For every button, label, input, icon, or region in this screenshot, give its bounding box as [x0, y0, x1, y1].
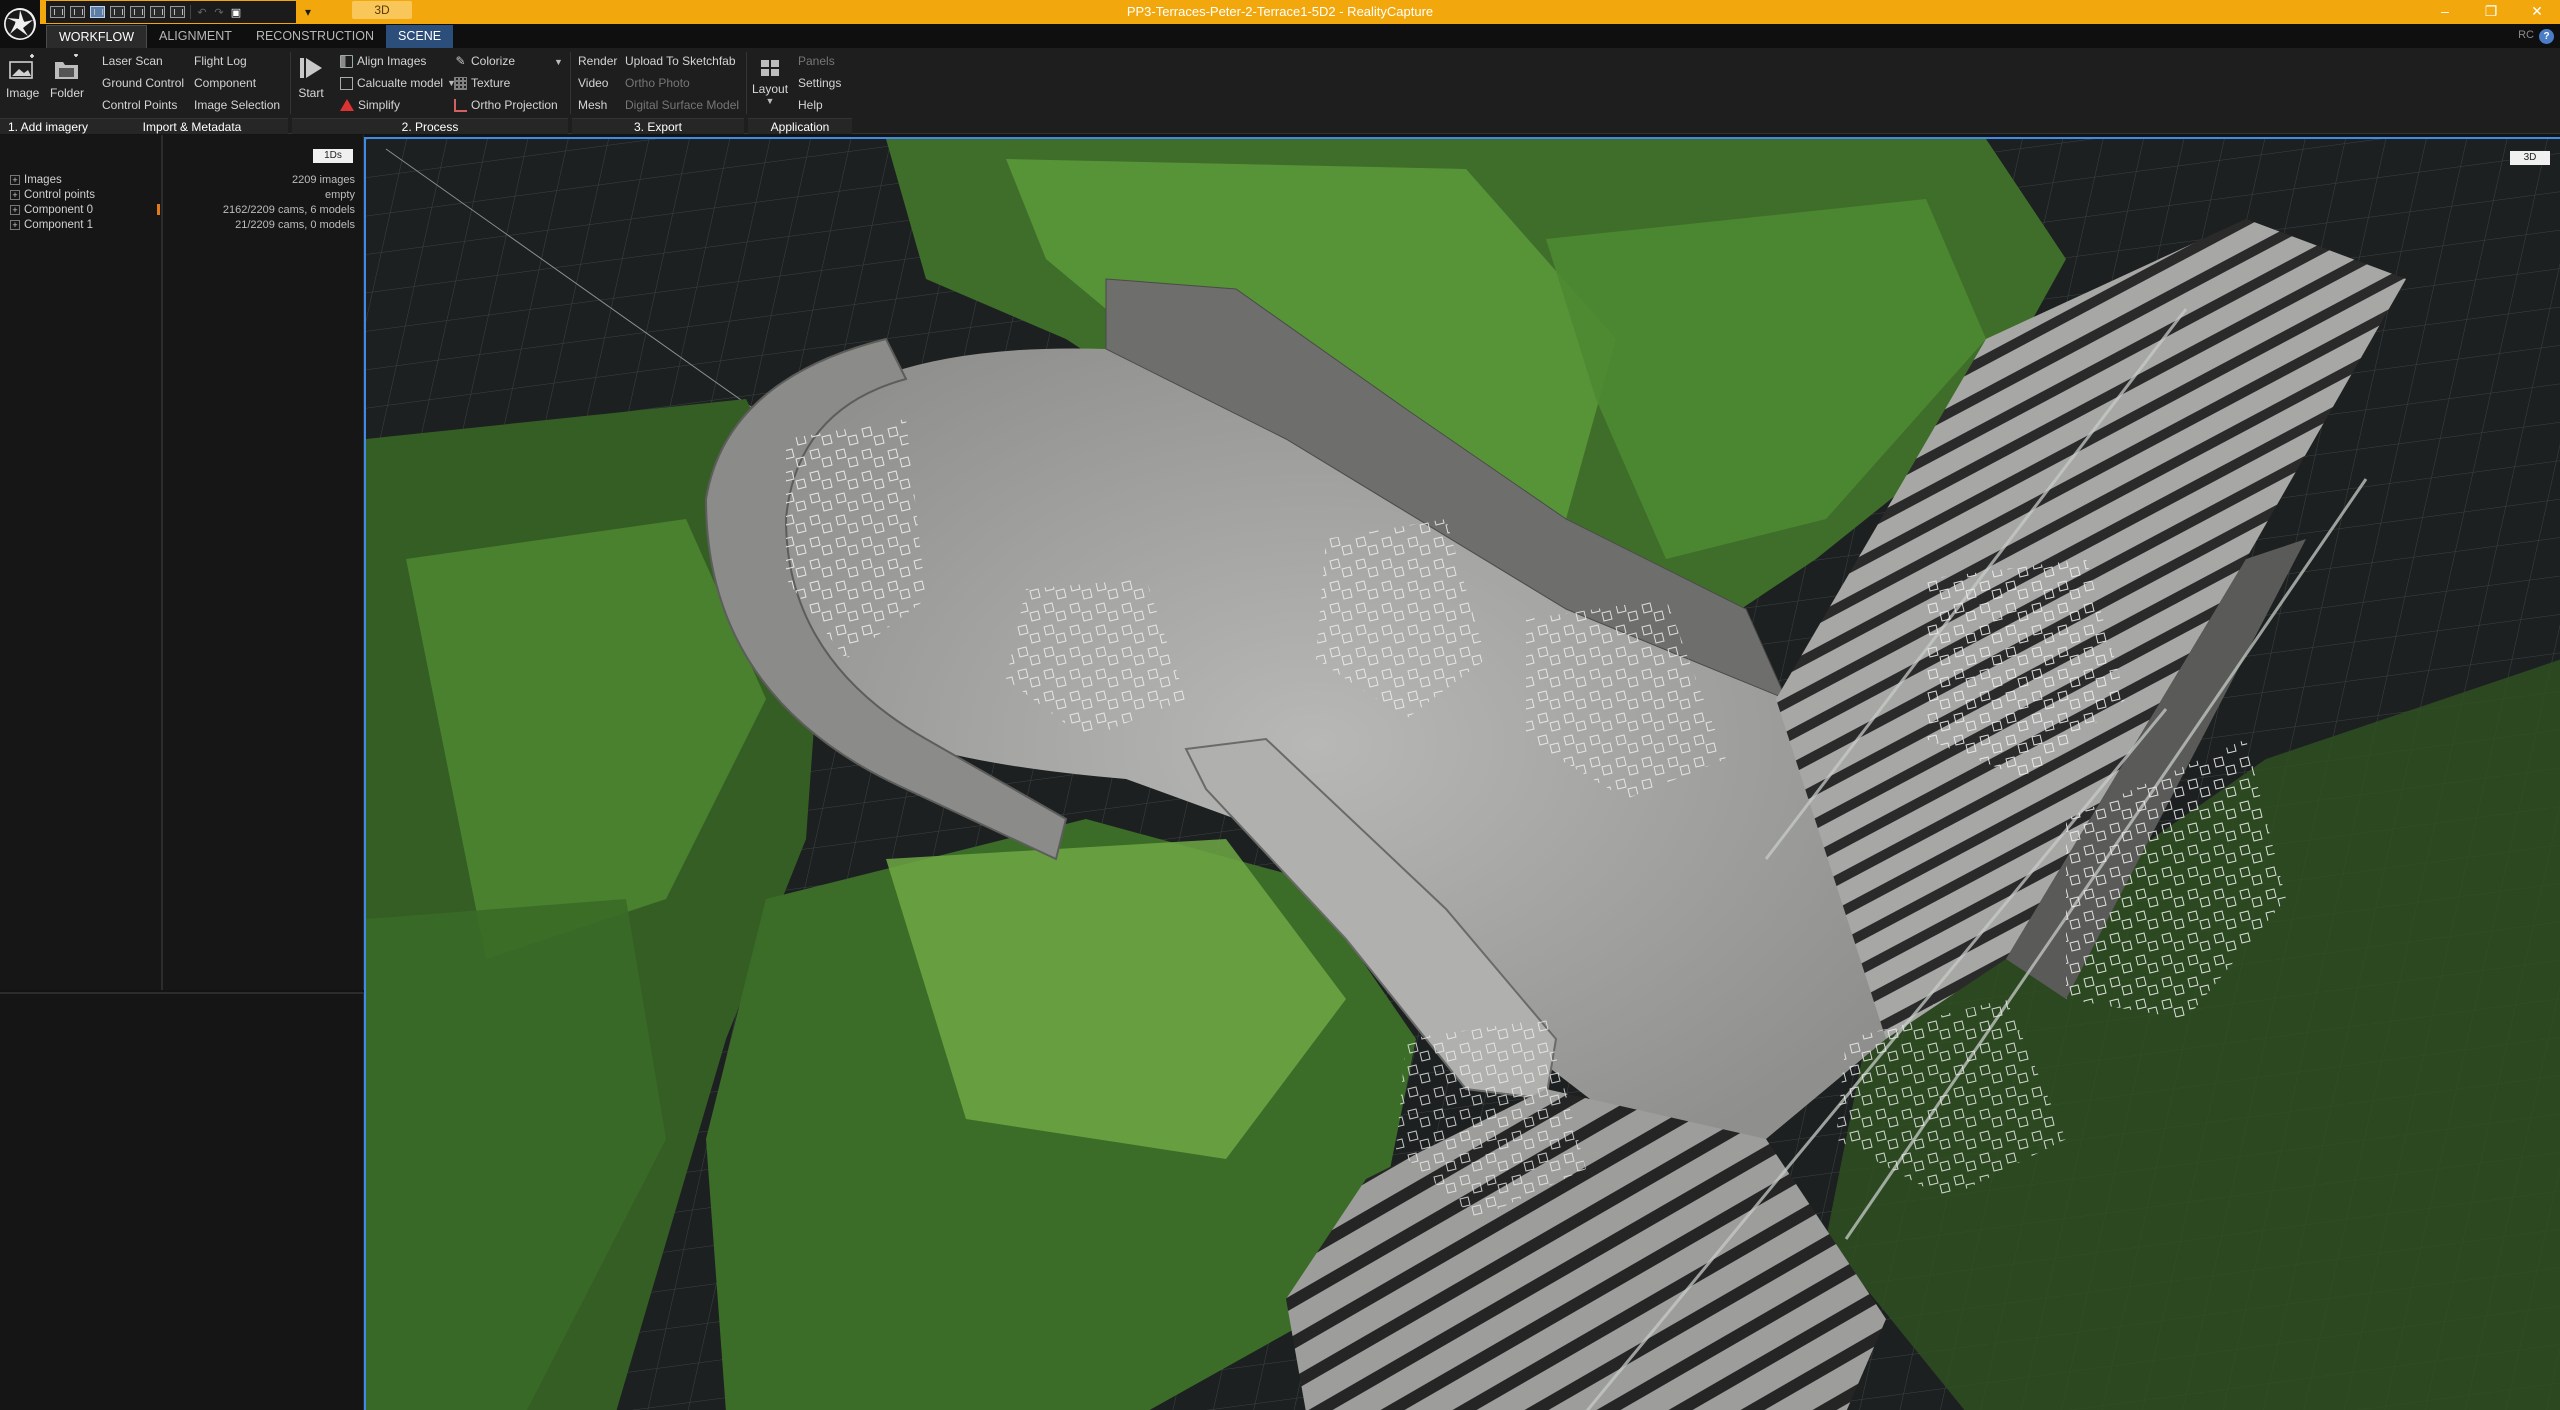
image-button[interactable]: Image — [6, 54, 39, 100]
left-panels: 1Ds + Images 2209 images + Control point… — [0, 135, 364, 1410]
component-button[interactable]: Component — [194, 76, 256, 90]
video-button[interactable]: Video — [578, 76, 608, 90]
panel-1ds: 1Ds + Images 2209 images + Control point… — [0, 135, 364, 990]
colorize-button[interactable]: ✎ Colorize — [454, 54, 515, 68]
image-selection-button[interactable]: Image Selection — [194, 98, 280, 112]
close-button[interactable]: ✕ — [2514, 0, 2560, 24]
upload-sketchfab-button[interactable]: Upload To Sketchfab — [625, 54, 736, 68]
start-button[interactable]: Start — [296, 54, 326, 100]
selected-component-marker — [157, 204, 160, 215]
group-label-export: 3. Export — [572, 118, 744, 134]
panel-empty-bottom — [0, 992, 364, 1410]
minimize-button[interactable]: – — [2422, 0, 2468, 24]
texture-button[interactable]: Texture — [454, 76, 510, 90]
control-points-button[interactable]: Control Points — [102, 98, 177, 112]
process-more-chevron-icon[interactable]: ▼ — [554, 57, 563, 67]
group-export: Render Video Mesh Upload To Sketchfab Or… — [572, 48, 744, 134]
title-bar: ↶ ↷ ▣ ▾ 3D PP3-Terraces-Peter-2-Terrace1… — [0, 0, 2560, 24]
group-label-import-metadata: Import & Metadata — [96, 118, 288, 134]
window-title: PP3-Terraces-Peter-2-Terrace1-5D2 - Real… — [1126, 4, 1434, 19]
start-play-icon — [296, 54, 326, 82]
layout-grid-icon — [758, 58, 782, 78]
colorize-brush-icon: ✎ — [455, 54, 466, 68]
scene-render[interactable] — [366, 139, 2560, 1410]
expand-icon[interactable]: + — [10, 189, 20, 200]
layout-button[interactable]: Layout ▼ — [752, 58, 788, 106]
project-tree: + Images 2209 images + Control points em… — [10, 172, 355, 232]
realitycapture-logo-icon[interactable] — [0, 0, 40, 48]
align-images-icon — [340, 54, 353, 68]
tree-row-control-points[interactable]: + Control points empty — [10, 187, 355, 202]
tab-reconstruction[interactable]: RECONSTRUCTION — [244, 25, 386, 48]
laser-scan-button[interactable]: Laser Scan — [102, 54, 163, 68]
image-add-icon — [8, 54, 38, 82]
expand-icon[interactable]: + — [10, 219, 20, 230]
layout-chevron-down-icon[interactable]: ▼ — [766, 96, 775, 106]
tree-row-component-0[interactable]: + Component 0 2162/2209 cams, 6 models — [10, 202, 355, 217]
ortho-projection-icon — [454, 98, 467, 112]
ortho-projection-button[interactable]: Ortho Projection — [454, 98, 558, 112]
group-import-metadata: Laser Scan Ground Control Control Points… — [96, 48, 288, 134]
viewport-3d-tag[interactable]: 3D — [2510, 151, 2550, 165]
panels-button[interactable]: Panels — [798, 54, 835, 68]
group-process: Start Align Images Calcualte model ▼ Sim… — [292, 48, 568, 134]
tree-row-images[interactable]: + Images 2209 images — [10, 172, 355, 187]
calculate-model-icon — [340, 76, 353, 90]
group-label-process: 2. Process — [292, 118, 568, 134]
align-images-button[interactable]: Align Images — [340, 54, 426, 68]
expand-icon[interactable]: + — [10, 204, 20, 215]
window-controls: – ❐ ✕ — [2422, 0, 2560, 24]
flight-log-button[interactable]: Flight Log — [194, 54, 247, 68]
group-label-application: Application — [748, 118, 852, 134]
ortho-photo-button[interactable]: Ortho Photo — [625, 76, 690, 90]
restore-button[interactable]: ❐ — [2468, 0, 2514, 24]
folder-add-icon — [52, 53, 82, 82]
simplify-warning-icon — [340, 99, 354, 111]
help-button[interactable]: Help — [798, 98, 823, 112]
settings-button[interactable]: Settings — [798, 76, 841, 90]
ribbon-tab-bar: WORKFLOW ALIGNMENT RECONSTRUCTION SCENE … — [0, 24, 2560, 48]
texture-grid-icon — [454, 76, 467, 90]
ribbon: Image Folder 1. Add imagery Laser Scan G… — [0, 48, 2560, 134]
group-add-imagery: Image Folder 1. Add imagery — [0, 48, 96, 134]
group-label-add-imagery: 1. Add imagery — [0, 118, 96, 134]
folder-button[interactable]: Folder — [50, 53, 84, 100]
tab-alignment[interactable]: ALIGNMENT — [147, 25, 244, 48]
group-application: Layout ▼ Panels Settings Help Applicatio… — [748, 48, 852, 134]
tab-workflow[interactable]: WORKFLOW — [46, 25, 147, 48]
calculate-model-button[interactable]: Calcualte model ▼ — [340, 76, 456, 90]
simplify-button[interactable]: Simplify — [340, 98, 400, 112]
tree-row-component-1[interactable]: + Component 1 21/2209 cams, 0 models — [10, 217, 355, 232]
render-button[interactable]: Render — [578, 54, 617, 68]
panel-1ds-tag[interactable]: 1Ds — [313, 149, 353, 163]
tab-scene[interactable]: SCENE — [386, 25, 454, 48]
help-icon[interactable]: ? — [2539, 29, 2554, 44]
viewport-3d[interactable]: 3D — [364, 137, 2560, 1410]
mesh-export-button[interactable]: Mesh — [578, 98, 607, 112]
ground-control-button[interactable]: Ground Control — [102, 76, 184, 90]
expand-icon[interactable]: + — [10, 174, 20, 185]
digital-surface-model-button[interactable]: Digital Surface Model — [625, 98, 739, 112]
rc-badge: RC — [2518, 29, 2534, 41]
